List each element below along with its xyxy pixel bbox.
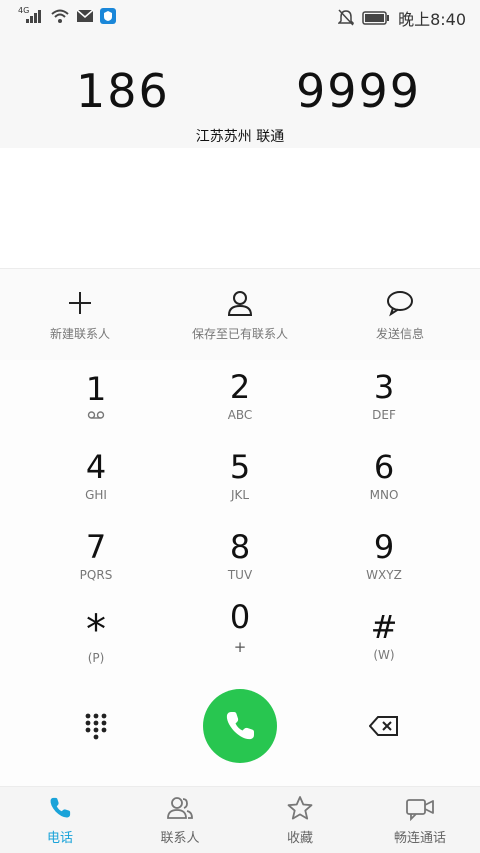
mail-icon bbox=[76, 9, 94, 22]
save-to-existing-label: 保存至已有联系人 bbox=[191, 326, 288, 341]
send-message-label: 发送信息 bbox=[375, 326, 424, 341]
nav-tab-favorites[interactable]: 收藏 bbox=[240, 787, 360, 853]
dialpad-toggle-button[interactable] bbox=[72, 702, 120, 750]
dialpad-icon bbox=[85, 713, 107, 740]
person-icon bbox=[227, 290, 253, 316]
video-call-icon bbox=[406, 799, 434, 821]
key-digit: 5 bbox=[229, 448, 251, 486]
key-digit: 8 bbox=[229, 528, 251, 566]
key-8[interactable]: 8 TUV bbox=[168, 520, 312, 592]
send-message-button[interactable]: 发送信息 bbox=[320, 269, 480, 361]
action-row: 新建联系人 保存至已有联系人 发送信息 bbox=[0, 268, 480, 362]
keypad: 1 2 ABC 3 DEF 4 GHI 5 JKL 6 MNO 7 PQRS 8… bbox=[0, 360, 480, 680]
key-letters: JKL bbox=[230, 488, 250, 502]
nav-label: 电话 bbox=[46, 831, 73, 846]
key-digit: 6 bbox=[373, 448, 395, 486]
dialed-number-part1: 186 bbox=[76, 64, 170, 118]
save-to-existing-button[interactable]: 保存至已有联系人 bbox=[160, 269, 320, 361]
key-1[interactable]: 1 bbox=[24, 360, 168, 432]
new-contact-button[interactable]: 新建联系人 bbox=[0, 269, 160, 361]
key-hash[interactable]: # (W) bbox=[312, 600, 456, 672]
call-button[interactable] bbox=[203, 689, 277, 763]
nav-tab-contacts[interactable]: 联系人 bbox=[120, 787, 240, 853]
number-display: 186 9999 江苏苏州 联通 bbox=[0, 34, 480, 148]
key-star[interactable]: * (P) bbox=[24, 600, 168, 672]
network-type: 4G bbox=[18, 6, 30, 15]
key-0[interactable]: 0 + bbox=[168, 592, 312, 664]
phone-icon bbox=[226, 712, 254, 740]
key-letters: PQRS bbox=[79, 568, 113, 582]
status-bar: 4G 晚上8:40 bbox=[0, 0, 480, 34]
status-time: 晚上8:40 bbox=[398, 10, 466, 29]
backspace-button[interactable] bbox=[360, 702, 408, 750]
key-letters: TUV bbox=[227, 568, 253, 582]
key-digit: * bbox=[86, 607, 106, 653]
bell-off-icon bbox=[338, 9, 355, 26]
status-right: 晚上8:40 bbox=[338, 6, 466, 30]
signal-icon: 4G bbox=[18, 6, 44, 24]
key-4[interactable]: 4 GHI bbox=[24, 440, 168, 512]
battery-icon bbox=[362, 11, 390, 25]
dialer-screen: 4G 晚上8:40 186 9999 江苏苏州 联通 新建联系人 保存至已有联系… bbox=[0, 0, 480, 853]
key-digit: 7 bbox=[85, 528, 107, 566]
empty-area bbox=[0, 148, 480, 268]
key-3[interactable]: 3 DEF bbox=[312, 360, 456, 432]
backspace-icon bbox=[369, 716, 398, 736]
call-controls bbox=[0, 680, 480, 786]
key-6[interactable]: 6 MNO bbox=[312, 440, 456, 512]
key-letters: DEF bbox=[372, 408, 396, 422]
key-9[interactable]: 9 WXYZ bbox=[312, 520, 456, 592]
star-icon bbox=[287, 796, 313, 820]
key-digit: 4 bbox=[85, 448, 107, 486]
plus-icon bbox=[69, 291, 91, 314]
key-letters: WXYZ bbox=[366, 568, 402, 582]
dialed-number-part2: 9999 bbox=[296, 64, 422, 118]
new-contact-label: 新建联系人 bbox=[49, 326, 110, 341]
key-digit: 0 bbox=[229, 598, 251, 636]
key-digit: 9 bbox=[373, 528, 395, 566]
shield-icon bbox=[100, 8, 116, 24]
key-7[interactable]: 7 PQRS bbox=[24, 520, 168, 592]
nav-tab-video-call[interactable]: 畅连通话 bbox=[360, 787, 480, 853]
nav-label: 收藏 bbox=[286, 831, 313, 846]
key-digit: # bbox=[370, 608, 398, 646]
key-5[interactable]: 5 JKL bbox=[168, 440, 312, 512]
key-2[interactable]: 2 ABC bbox=[168, 360, 312, 432]
key-letters: (P) bbox=[87, 651, 105, 665]
wifi-icon bbox=[51, 9, 69, 23]
key-letters: GHI bbox=[85, 488, 107, 502]
bottom-nav: 电话 联系人 收藏 畅连通话 bbox=[0, 786, 480, 853]
key-digit: 3 bbox=[373, 368, 395, 406]
key-letters: MNO bbox=[369, 488, 399, 502]
key-letters: + bbox=[233, 638, 247, 656]
phone-icon bbox=[50, 797, 71, 818]
key-digit: 2 bbox=[229, 368, 251, 406]
number-location: 江苏苏州 联通 bbox=[195, 129, 285, 145]
nav-tab-phone[interactable]: 电话 bbox=[0, 787, 120, 853]
status-left: 4G bbox=[18, 6, 116, 24]
key-letters: ABC bbox=[227, 408, 253, 422]
voicemail-icon bbox=[87, 411, 105, 419]
contacts-icon bbox=[167, 797, 193, 819]
key-digit: 1 bbox=[85, 370, 107, 408]
nav-label: 联系人 bbox=[160, 831, 200, 846]
nav-label: 畅连通话 bbox=[393, 831, 446, 846]
key-letters: (W) bbox=[373, 648, 395, 662]
message-icon bbox=[387, 290, 413, 316]
